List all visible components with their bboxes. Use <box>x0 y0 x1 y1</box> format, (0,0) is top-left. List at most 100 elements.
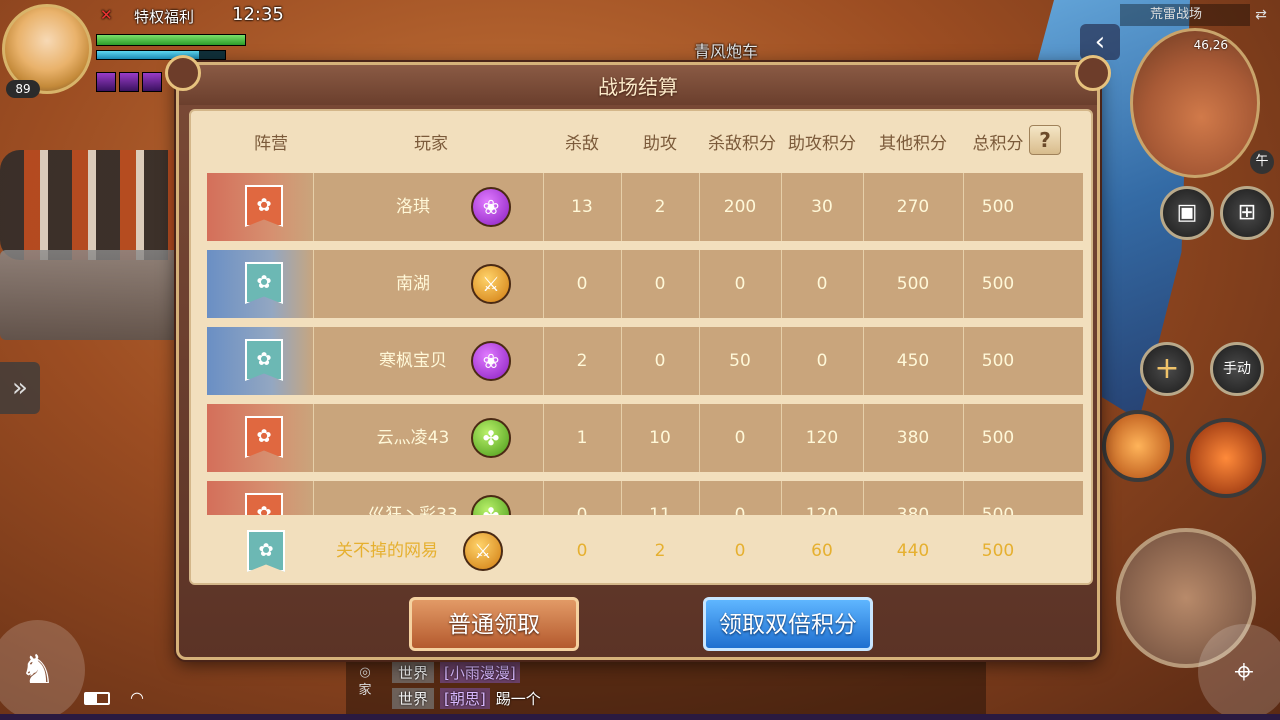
other-score: 380 <box>896 505 930 515</box>
mount-icon[interactable]: ♞ <box>0 620 85 720</box>
assist-score: 120 <box>805 505 839 515</box>
class-orange-icon: ⚔ <box>471 264 511 304</box>
self-kill-score: 0 <box>734 541 746 561</box>
skill-button[interactable] <box>1186 418 1266 498</box>
kill-score: 0 <box>734 505 746 515</box>
self-other-score: 440 <box>896 541 930 561</box>
self-total-score: 500 <box>981 541 1015 561</box>
vip-label[interactable]: 特权福利 <box>134 6 194 27</box>
assists: 2 <box>654 197 666 217</box>
table-row: ✿ 巛狂丶彩33 ✤ 0 11 0 120 380 500 <box>207 481 1083 515</box>
player-name[interactable]: 南湖 <box>343 250 483 318</box>
table-header: 阵营 玩家 杀敌 助攻 杀敌积分 助攻积分 其他积分 总积分 ? <box>191 111 1091 171</box>
claim-normal-button[interactable]: 普通领取 <box>409 597 579 651</box>
assists: 10 <box>649 428 671 448</box>
hp-fill <box>97 35 245 45</box>
add-icon[interactable]: + <box>1140 342 1194 396</box>
menu-grid-icon[interactable]: ⊞ <box>1220 186 1274 240</box>
col-faction: 阵营 <box>254 134 288 154</box>
col-assists: 助攻 <box>643 134 677 154</box>
total-score: 500 <box>981 505 1015 515</box>
auto-toggle[interactable]: 手动 <box>1210 342 1264 396</box>
map-coords: 46,26 <box>1193 38 1228 52</box>
class-purple-icon: ❀ <box>471 341 511 381</box>
map-name: 荒雷战场 <box>1120 4 1250 26</box>
col-total: 总积分 <box>972 134 1024 154</box>
background-stone <box>0 250 180 340</box>
results-panel: 阵营 玩家 杀敌 助攻 杀敌积分 助攻积分 其他积分 总积分 ? ✿ 洛琪 ❀ … <box>189 109 1093 585</box>
assists: 0 <box>654 351 666 371</box>
other-score: 380 <box>896 428 930 448</box>
other-score: 500 <box>896 274 930 294</box>
player-name[interactable]: 寒枫宝贝 <box>343 327 483 395</box>
close-x-icon[interactable]: ✕ <box>100 6 113 24</box>
assist-score: 0 <box>816 274 828 294</box>
chat-line: 世界 [小雨漫漫] <box>392 662 526 683</box>
col-kills: 杀敌 <box>565 134 599 154</box>
class-orange-icon: ⚔ <box>463 531 503 571</box>
faction-blue-flag: ✿ <box>247 530 285 572</box>
self-assist-score: 60 <box>811 541 833 561</box>
kill-score: 0 <box>734 428 746 448</box>
player-name[interactable]: 巛狂丶彩33 <box>343 481 483 515</box>
kill-score: 0 <box>734 274 746 294</box>
player-name[interactable]: 洛琪 <box>343 173 483 241</box>
help-button[interactable]: ? <box>1029 125 1061 155</box>
self-assists: 2 <box>654 541 666 561</box>
dialog-title: 战场结算 <box>598 75 678 99</box>
assist-score: 30 <box>811 197 833 217</box>
kill-score: 50 <box>729 351 751 371</box>
kills: 2 <box>576 351 588 371</box>
class-green-icon: ✤ <box>471 418 511 458</box>
chat-sender[interactable]: [小雨漫漫] <box>440 662 520 683</box>
kills: 13 <box>571 197 593 217</box>
swap-icon[interactable]: ⇄ <box>1250 4 1272 26</box>
chat-sender[interactable]: [朝思] <box>440 688 490 709</box>
buff-icon[interactable] <box>96 72 116 92</box>
other-score: 450 <box>896 351 930 371</box>
col-kill-score: 杀敌积分 <box>708 134 776 154</box>
table-row: ✿ 寒枫宝贝 ❀ 2 0 50 0 450 500 <box>207 327 1083 395</box>
background-cannon <box>0 150 190 260</box>
chevron-left-icon[interactable]: ‹ <box>1080 24 1120 60</box>
target-name: 青风炮车 <box>694 42 759 61</box>
hp-bar <box>96 34 246 46</box>
expand-arrow-icon[interactable]: » <box>0 362 40 414</box>
table-row: ✿ 南湖 ⚔ 0 0 0 0 500 500 <box>207 250 1083 318</box>
class-purple-icon: ❀ <box>471 187 511 227</box>
chat-text: 踢一个 <box>495 690 541 708</box>
results-list[interactable]: ✿ 洛琪 ❀ 13 2 200 30 270 500 ✿ 南湖 ⚔ 0 0 0 <box>191 173 1091 515</box>
buff-icon[interactable] <box>119 72 139 92</box>
backpack-icon[interactable]: ▣ <box>1160 186 1214 240</box>
chat-line: 世界 [朝思] 踢一个 <box>392 688 541 709</box>
buff-icon[interactable] <box>142 72 162 92</box>
claim-double-button[interactable]: 领取双倍积分 <box>703 597 873 651</box>
kills: 0 <box>576 274 588 294</box>
total-score: 500 <box>981 197 1015 217</box>
assist-score: 120 <box>805 428 839 448</box>
clock: 12:35 <box>232 4 284 25</box>
col-other-score: 其他积分 <box>879 134 947 154</box>
other-score: 270 <box>896 197 930 217</box>
col-assist-score: 助攻积分 <box>788 134 856 154</box>
battle-result-dialog: 战场结算 阵营 玩家 杀敌 助攻 杀敌积分 助攻积分 其他积分 总积分 ? ✿ … <box>165 55 1111 660</box>
total-score: 500 <box>981 351 1015 371</box>
chat-channel: 世界 <box>392 662 435 683</box>
assists: 11 <box>649 505 671 515</box>
total-score: 500 <box>981 274 1015 294</box>
bottom-strip <box>0 714 1280 720</box>
target-lock-icon[interactable]: ⌖ <box>1198 624 1280 720</box>
chat-channel: 世界 <box>392 688 435 709</box>
player-level: 89 <box>6 80 40 98</box>
assist-score: 0 <box>816 351 828 371</box>
kill-score: 200 <box>723 197 757 217</box>
kills: 1 <box>576 428 588 448</box>
kills: 0 <box>576 505 588 515</box>
total-score: 500 <box>981 428 1015 448</box>
self-kills: 0 <box>576 541 588 561</box>
self-player-name: 关不掉的网易 <box>336 541 438 561</box>
player-name[interactable]: 云灬凌43 <box>343 404 483 472</box>
chat-channel-icon[interactable]: ◎ 家 <box>352 664 378 714</box>
skill-button[interactable] <box>1102 410 1174 482</box>
faction-red-flag: ✿ <box>245 493 283 515</box>
